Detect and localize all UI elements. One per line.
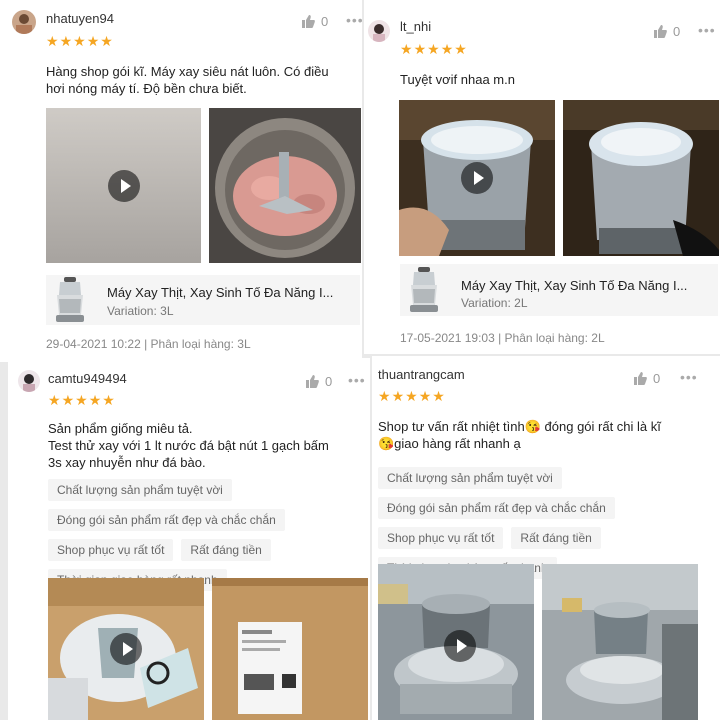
review-comment: Hàng shop gói kĩ. Máy xay siêu nát luôn.… (46, 63, 356, 97)
username[interactable]: lt_nhi (400, 19, 431, 34)
star-icon: ★ (440, 41, 454, 57)
comment-line: 3s xay nhuyễn như đá bào. (48, 455, 206, 470)
product-name[interactable]: Máy Xay Thịt, Xay Sinh Tố Đa Năng I... (107, 285, 355, 300)
star-icon: ★ (405, 388, 418, 404)
review-image[interactable] (209, 108, 361, 263)
review-comment: Tuyệt vơif nhaa m.n (400, 71, 710, 88)
like-button[interactable]: 0 (302, 14, 328, 29)
star-icon: ★ (400, 41, 413, 57)
avatar[interactable] (18, 370, 40, 392)
star-icon: ★ (378, 388, 391, 404)
review-video[interactable] (46, 108, 201, 263)
comment-line: Test thử xay với 1 lt nước đá bật nút 1 … (48, 438, 329, 453)
more-dots-icon[interactable]: ••• (680, 369, 698, 385)
review-tags: Chất lượng sản phẩm tuyệt vời Đóng gói s… (48, 479, 348, 591)
star-icon: ★ (61, 392, 75, 408)
tag-chip: Chất lượng sản phẩm tuyệt vời (378, 467, 562, 489)
star-icon: ★ (86, 33, 100, 49)
star-icon: ★ (100, 33, 113, 49)
comment-line: Sản phẩm giống miêu tả. (48, 421, 193, 436)
like-count: 0 (325, 374, 333, 389)
tag-chip: Đóng gói sản phẩm rất đẹp và chắc chắn (48, 509, 285, 531)
rating-stars: ★ ★ ★ ★ ★ (46, 34, 113, 48)
product-card[interactable]: Máy Xay Thịt, Xay Sinh Tố Đa Năng I... V… (400, 264, 718, 316)
comment-line: hơi nóng máy tí. Độ bền chưa biết. (46, 81, 247, 96)
review-video[interactable] (48, 578, 204, 720)
play-icon[interactable] (108, 170, 140, 202)
comment-line: Shop tư vấn rất nhiệt tình😘 đóng gói rất… (378, 419, 661, 434)
thumbs-up-icon (302, 15, 315, 28)
tag-chip: Rất đáng tiền (181, 539, 271, 561)
play-icon[interactable] (444, 630, 476, 662)
star-icon: ★ (432, 388, 445, 404)
star-icon: ★ (427, 41, 440, 57)
comment-line: Hàng shop gói kĩ. Máy xay siêu nát luôn.… (46, 64, 329, 79)
star-icon: ★ (88, 392, 102, 408)
review-card-3: camtu949494 ★ ★ ★ ★ ★ 0 ••• Sản phẩm giống m… (8, 358, 370, 720)
star-icon: ★ (59, 33, 73, 49)
tag-chip: Shop phục vụ rất tốt (48, 539, 174, 561)
review-meta: 17-05-2021 19:03 | Phân loại hàng: 2L (400, 331, 605, 345)
review-video[interactable] (378, 564, 534, 720)
rating-stars: ★ ★ ★ ★ ★ (48, 393, 115, 407)
star-icon: ★ (46, 33, 59, 49)
product-variation: Variation: 3L (107, 304, 174, 318)
star-icon: ★ (75, 392, 88, 408)
product-variation: Variation: 2L (461, 296, 528, 310)
tag-chip: Shop phục vụ rất tốt (378, 527, 504, 549)
review-image[interactable] (542, 564, 698, 720)
review-card-2: lt_nhi ★ ★ ★ ★ ★ 0 ••• Tuyệt vơif nhaa m.n M… (364, 0, 720, 354)
review-image[interactable] (212, 578, 368, 720)
thumbs-up-icon (634, 372, 647, 385)
like-count: 0 (653, 371, 661, 386)
like-button[interactable]: 0 (306, 374, 332, 389)
review-tags: Chất lượng sản phẩm tuyệt vời Đóng gói s… (378, 467, 678, 579)
star-icon: ★ (48, 392, 61, 408)
review-video[interactable] (399, 100, 555, 256)
star-icon: ★ (73, 33, 86, 49)
thumbs-up-icon (654, 25, 667, 38)
rating-stars: ★ ★ ★ ★ ★ (400, 42, 467, 56)
product-card[interactable]: Máy Xay Thịt, Xay Sinh Tố Đa Năng I... V… (46, 275, 360, 325)
avatar[interactable] (12, 10, 36, 34)
star-icon: ★ (102, 392, 115, 408)
star-icon: ★ (454, 41, 467, 57)
review-meta: 29-04-2021 10:22 | Phân loại hàng: 3L (46, 337, 251, 351)
like-count: 0 (673, 24, 681, 39)
tag-chip: Rất đáng tiền (511, 527, 601, 549)
star-icon: ★ (418, 388, 432, 404)
comment-line: Tuyệt vơif nhaa m.n (400, 72, 515, 87)
product-thumbnail (410, 267, 438, 312)
username[interactable]: thuantrangcam (378, 367, 465, 382)
avatar[interactable] (368, 20, 390, 42)
review-comment: Sản phẩm giống miêu tả. Test thử xay với… (48, 420, 368, 471)
star-icon: ★ (391, 388, 405, 404)
review-image[interactable] (563, 100, 719, 256)
star-icon: ★ (413, 41, 427, 57)
play-icon[interactable] (461, 162, 493, 194)
rating-stars: ★ ★ ★ ★ ★ (378, 389, 445, 403)
more-dots-icon[interactable]: ••• (348, 372, 366, 388)
play-icon[interactable] (110, 633, 142, 665)
like-count: 0 (321, 14, 329, 29)
product-name[interactable]: Máy Xay Thịt, Xay Sinh Tố Đa Năng I... (461, 278, 713, 293)
review-card-1: nhatuyen94 ★ ★ ★ ★ ★ 0 ••• Hàng shop gói kĩ.… (0, 0, 362, 362)
like-button[interactable]: 0 (654, 24, 680, 39)
more-dots-icon[interactable]: ••• (346, 12, 362, 28)
comment-line: 😘giao hàng rất nhanh ạ (378, 436, 521, 451)
review-comment: Shop tư vấn rất nhiệt tình😘 đóng gói rất… (378, 418, 718, 452)
like-button[interactable]: 0 (634, 371, 660, 386)
username[interactable]: nhatuyen94 (46, 11, 114, 26)
thumbs-up-icon (306, 375, 319, 388)
product-thumbnail (56, 277, 84, 322)
username[interactable]: camtu949494 (48, 371, 127, 386)
tag-chip: Đóng gói sản phẩm rất đẹp và chắc chắn (378, 497, 615, 519)
review-card-4: thuantrangcam ★ ★ ★ ★ ★ 0 ••• Shop tư vấn rấ… (372, 356, 720, 720)
tag-chip: Chất lượng sản phẩm tuyệt vời (48, 479, 232, 501)
more-dots-icon[interactable]: ••• (698, 22, 716, 38)
